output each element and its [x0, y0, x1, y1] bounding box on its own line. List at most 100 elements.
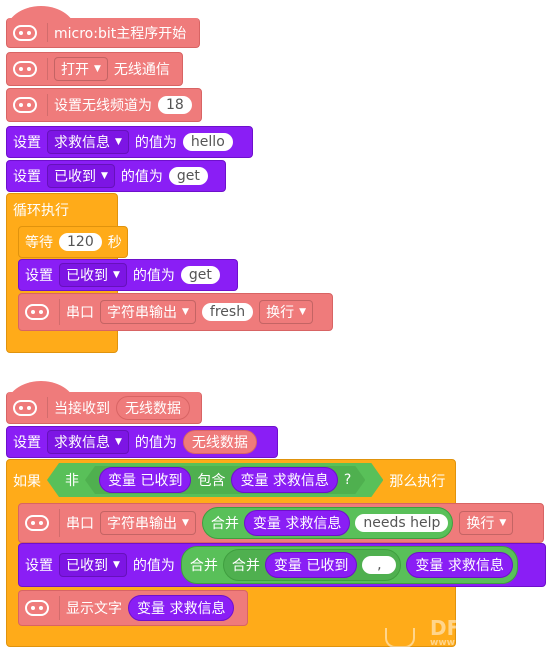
not-operator[interactable]: 非 变量 已收到 包含 变量 求救信息 ? — [47, 463, 383, 497]
variable-reporter[interactable]: 变量 求救信息 — [406, 552, 513, 578]
wait-label: 等待 — [25, 235, 53, 251]
dropdown-value: 换行 — [266, 305, 295, 321]
serial-output-block[interactable]: 串口 字符串输出 ▼ fresh 换行 ▼ — [18, 293, 333, 331]
set-label: 设置 — [13, 135, 41, 151]
variable-dropdown[interactable]: 已收到 ▼ — [59, 263, 127, 287]
serial-label: 串口 — [66, 305, 94, 321]
set-label: 设置 — [13, 169, 41, 185]
caret-down-icon: ▼ — [101, 171, 108, 181]
join-operator[interactable]: 合并 变量 求救信息 needs help — [201, 507, 454, 539]
microbit-start-block[interactable]: micro:bit主程序开始 — [6, 18, 200, 48]
microbit-icon — [25, 600, 49, 616]
dropdown-value: 换行 — [466, 516, 495, 532]
newline-dropdown[interactable]: 换行 ▼ — [459, 511, 514, 535]
caret-down-icon: ▼ — [499, 518, 507, 528]
contains-label: 包含 — [197, 473, 226, 489]
set-variable-block[interactable]: 设置 已收到 ▼ 的值为 get — [6, 160, 226, 192]
separator — [59, 299, 60, 325]
microbit-icon — [13, 399, 37, 416]
join-label: 合并 — [231, 558, 260, 574]
text-input[interactable]: needs help — [355, 514, 449, 532]
serial-label: 串口 — [66, 516, 94, 532]
serial-output-block[interactable]: 串口 字符串输出 ▼ 合并 变量 求救信息 needs help 换行 ▼ — [18, 503, 544, 543]
output-mode-dropdown[interactable]: 字符串输出 ▼ — [100, 300, 196, 324]
variable-reporter[interactable]: 变量 求救信息 — [243, 510, 351, 536]
dropdown-value: 字符串输出 — [107, 516, 177, 532]
dropdown-value: 求救信息 — [54, 135, 110, 151]
set-variable-block[interactable]: 设置 求救信息 ▼ 的值为 无线数据 — [6, 426, 278, 458]
set-variable-block[interactable]: 设置 已收到 ▼ 的值为 合并 合并 变量 已收到 , 变量 求救信息 — [18, 543, 546, 587]
seconds-input[interactable]: 120 — [59, 233, 102, 251]
to-label: 的值为 — [134, 435, 177, 451]
question-label: ? — [343, 472, 352, 488]
dropdown-value: 字符串输出 — [107, 305, 177, 321]
dropdown-value: 已收到 — [66, 268, 108, 284]
dropdown-value: 求救信息 — [54, 435, 110, 451]
output-mode-dropdown[interactable]: 字符串输出 ▼ — [100, 511, 196, 535]
show-label: 显示文字 — [66, 601, 122, 617]
caret-down-icon: ▼ — [182, 307, 189, 317]
block-label: 设置无线频道为 — [54, 98, 152, 114]
variable-dropdown[interactable]: 已收到 ▼ — [47, 164, 115, 188]
not-label: 非 — [65, 473, 79, 489]
text-input[interactable]: fresh — [201, 303, 254, 321]
watermark-text: DF — [430, 616, 461, 640]
set-variable-block[interactable]: 设置 已收到 ▼ 的值为 get — [18, 259, 238, 291]
join-label: 合并 — [210, 516, 239, 532]
caret-down-icon: ▼ — [94, 64, 101, 74]
to-label: 的值为 — [132, 268, 175, 284]
newline-dropdown[interactable]: 换行 ▼ — [259, 300, 314, 324]
caret-down-icon: ▼ — [115, 437, 122, 447]
set-label: 设置 — [25, 558, 53, 574]
to-label: 的值为 — [120, 169, 163, 185]
caret-down-icon: ▼ — [299, 307, 307, 317]
caret-down-icon: ▼ — [115, 137, 122, 147]
set-label: 设置 — [13, 435, 41, 451]
to-label: 的值为 — [134, 135, 177, 151]
separator-input[interactable]: , — [362, 556, 397, 574]
to-label: 的值为 — [132, 558, 175, 574]
value-input[interactable]: hello — [182, 133, 233, 151]
value-input[interactable]: get — [180, 266, 220, 284]
radio-toggle-block[interactable]: 打开 ▼ 无线通信 — [6, 52, 183, 86]
wait-block[interactable]: 等待 120 秒 — [18, 226, 128, 258]
separator — [59, 509, 60, 537]
watermark-sub: www — [430, 638, 455, 648]
separator — [47, 23, 48, 42]
variable-reporter[interactable]: 变量 已收到 — [264, 552, 358, 578]
variable-reporter[interactable]: 变量 求救信息 — [128, 595, 235, 621]
value-input[interactable]: get — [168, 167, 208, 185]
then-label: 那么执行 — [389, 474, 446, 490]
microbit-icon — [25, 304, 49, 320]
block-label: micro:bit主程序开始 — [54, 25, 187, 42]
join-operator[interactable]: 合并 合并 变量 已收到 , 变量 求救信息 — [180, 546, 518, 584]
watermark-logo — [385, 628, 415, 648]
on-radio-receive-block[interactable]: 当接收到 无线数据 — [6, 392, 202, 424]
set-variable-block[interactable]: 设置 求救信息 ▼ 的值为 hello — [6, 126, 253, 158]
channel-input[interactable]: 18 — [158, 96, 192, 114]
block-label: 无线通信 — [113, 62, 170, 78]
separator — [47, 94, 48, 116]
caret-down-icon: ▼ — [113, 270, 120, 280]
variable-dropdown[interactable]: 求救信息 ▼ — [47, 130, 129, 154]
variable-reporter[interactable]: 变量 求救信息 — [231, 467, 337, 493]
join-operator-inner[interactable]: 合并 变量 已收到 , — [222, 549, 402, 581]
set-channel-block[interactable]: 设置无线频道为 18 — [6, 88, 202, 122]
hat-label: 当接收到 — [54, 400, 110, 417]
join-label: 合并 — [189, 558, 218, 574]
caret-down-icon: ▼ — [182, 518, 189, 528]
separator — [59, 596, 60, 620]
variable-dropdown[interactable]: 已收到 ▼ — [59, 553, 127, 577]
show-string-block[interactable]: 显示文字 变量 求救信息 — [18, 590, 248, 626]
contains-operator[interactable]: 变量 已收到 包含 变量 求救信息 ? — [85, 466, 365, 494]
received-data-param[interactable]: 无线数据 — [116, 395, 190, 420]
radio-onoff-dropdown[interactable]: 打开 ▼ — [54, 57, 108, 81]
microbit-icon — [13, 61, 37, 77]
forever-label: 循环执行 — [13, 203, 69, 219]
microbit-icon — [25, 515, 49, 531]
variable-dropdown[interactable]: 求救信息 ▼ — [47, 430, 129, 454]
microbit-icon — [13, 97, 37, 113]
radio-data-reporter[interactable]: 无线数据 — [182, 430, 257, 454]
if-label: 如果 — [13, 474, 41, 490]
variable-reporter[interactable]: 变量 已收到 — [99, 467, 191, 493]
